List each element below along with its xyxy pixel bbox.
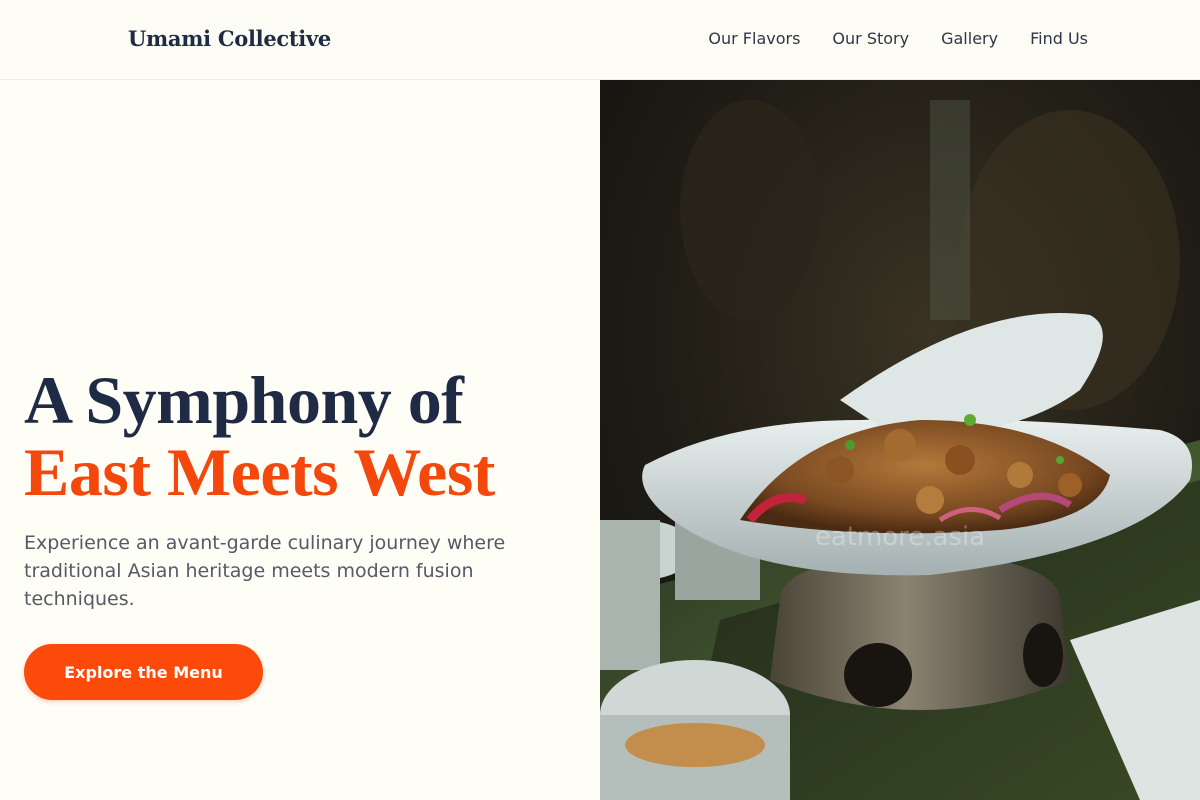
hero-description: Experience an avant-garde culinary journ… bbox=[24, 532, 506, 610]
hero-headline-line-1: A Symphony of bbox=[24, 362, 464, 438]
hero-headline: A Symphony of East Meets West bbox=[24, 364, 495, 508]
photo-watermark: eatmore.asia bbox=[815, 522, 985, 552]
hero-text-panel: A Symphony of East Meets West Experience… bbox=[0, 80, 600, 800]
explore-menu-button[interactable]: Explore the Menu bbox=[24, 644, 263, 700]
hero-food-photo: eatmore.asia bbox=[600, 80, 1200, 800]
nav-link-find-us[interactable]: Find Us bbox=[1030, 29, 1088, 49]
nav-link-our-flavors[interactable]: Our Flavors bbox=[708, 29, 800, 49]
nav-link-our-story[interactable]: Our Story bbox=[832, 29, 909, 49]
nav-link-gallery[interactable]: Gallery bbox=[941, 29, 998, 49]
site-header: Umami Collective Our Flavors Our Story G… bbox=[0, 0, 1200, 80]
hero-headline-line-2: East Meets West bbox=[24, 434, 495, 510]
brand-logo-link[interactable]: Umami Collective bbox=[128, 26, 331, 51]
main-nav: Our Flavors Our Story Gallery Find Us bbox=[708, 29, 1088, 49]
